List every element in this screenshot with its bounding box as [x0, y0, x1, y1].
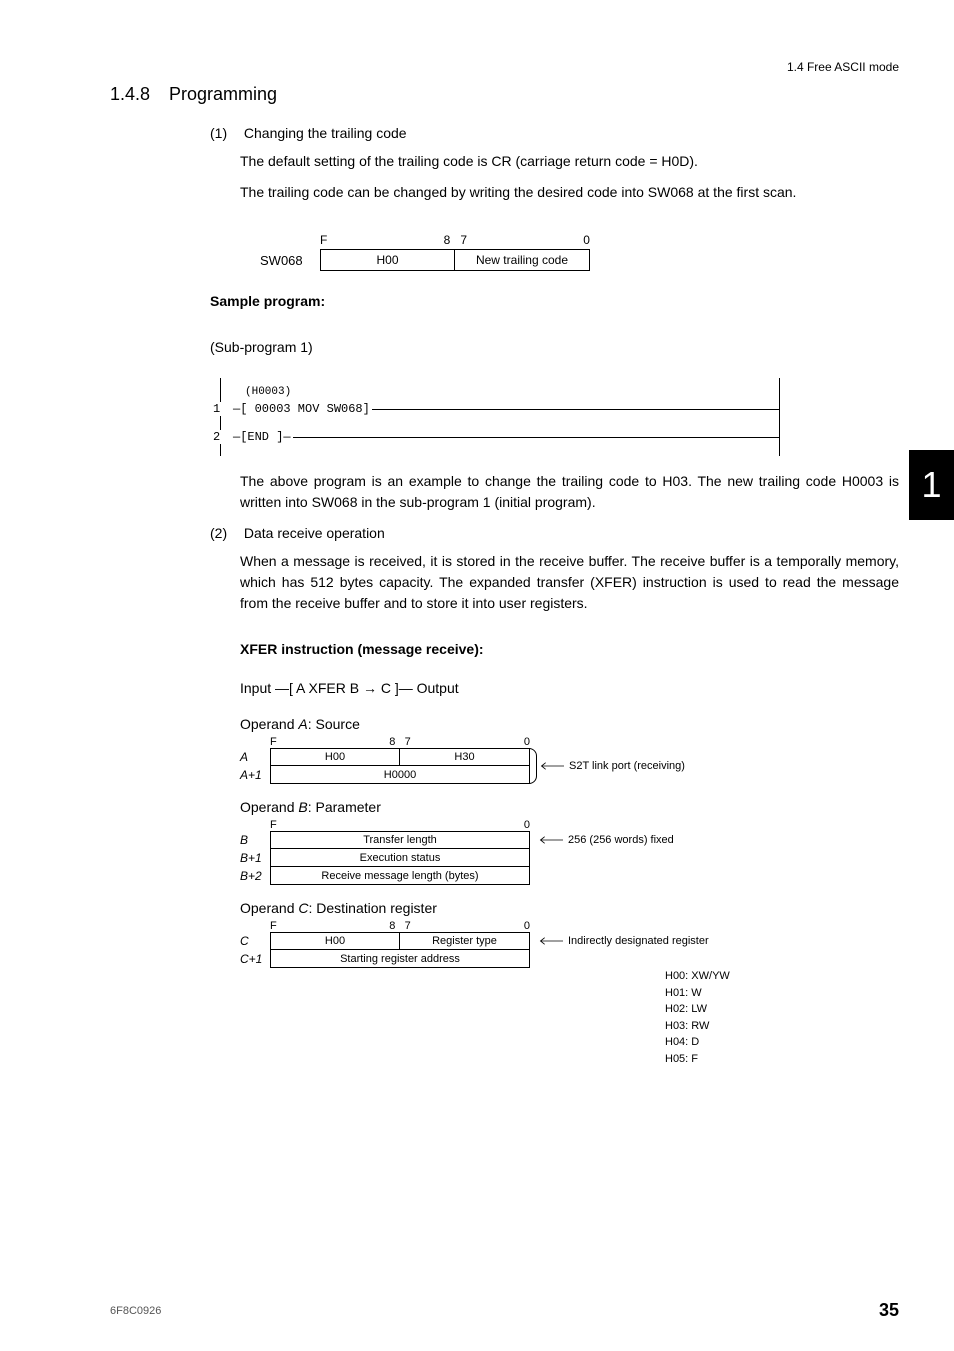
opA-rowA-c1: H00: [270, 748, 400, 766]
ladder-line1: —[ 00003 MOV SW068]: [233, 402, 370, 416]
opC-rowC1-c: Starting register address: [270, 950, 530, 968]
opC-rowC1-label: C+1: [240, 952, 270, 966]
footer-code: 6F8C0926: [110, 1305, 161, 1317]
opB-rowB1-c: Execution status: [270, 849, 530, 867]
section-heading: 1.4.8 Programming: [110, 84, 899, 105]
opC-type-2: H02: LW: [665, 1001, 899, 1018]
item1-title: Changing the trailing code: [244, 125, 407, 141]
opC-bit0: 0: [520, 920, 530, 932]
opA-rowA1-c: H0000: [270, 766, 530, 784]
sw068-diagram: F 8 7 0 SW068 H00 New trailing code: [260, 233, 899, 271]
opA-note: S2T link port (receiving): [569, 760, 685, 772]
bit-label-f: F: [320, 233, 327, 247]
bit-label-0: 0: [583, 233, 590, 247]
opA-letter: A: [298, 716, 307, 732]
sw068-cell2: New trailing code: [455, 249, 590, 271]
ladder-line2: —[END ]—: [233, 430, 291, 444]
arrow-left-icon: [538, 936, 563, 946]
footer: 6F8C0926 35: [110, 1300, 899, 1321]
sample-desc: The above program is an example to chang…: [240, 471, 899, 513]
item2-p1: When a message is received, it is stored…: [240, 551, 899, 614]
xfer-line: Input —[ A XFER B → C ]— Output: [240, 680, 899, 696]
ladder-comment: (H0003): [245, 386, 779, 398]
opA-bit0: 0: [520, 736, 530, 748]
section-name: Programming: [169, 84, 277, 105]
opC-types: H00: XW/YW H01: W H02: LW H03: RW H04: D…: [665, 968, 899, 1067]
item1-p2: The trailing code can be changed by writ…: [240, 182, 899, 203]
opC-type-1: H01: W: [665, 985, 899, 1002]
opC-letter: C: [298, 900, 308, 916]
ladder-line2-num: 2: [213, 430, 233, 444]
opB-bitF: F: [270, 819, 280, 831]
opC-title-pre: Operand: [240, 900, 298, 916]
item1-p1: The default setting of the trailing code…: [240, 151, 899, 172]
opB-rowB1-label: B+1: [240, 851, 270, 865]
opA-title-pre: Operand: [240, 716, 298, 732]
sw068-label: SW068: [260, 253, 320, 268]
arrow-left-icon: [539, 761, 564, 771]
arrow-left-icon: [538, 835, 563, 845]
sw068-cell1: H00: [320, 249, 455, 271]
operand-b-block: Operand B: Parameter F 0 B Transfer leng…: [240, 799, 899, 885]
opC-bit87: 8 7: [280, 920, 520, 932]
opA-rowA-label: A: [240, 750, 270, 764]
opC-type-0: H00: XW/YW: [665, 968, 899, 985]
opB-letter: B: [298, 799, 307, 815]
opB-title-pre: Operand: [240, 799, 298, 815]
bit-label-87: 8 7: [444, 233, 467, 247]
opC-rowC-label: C: [240, 934, 270, 948]
opC-note: Indirectly designated register: [568, 935, 709, 947]
section-number: 1.4.8: [110, 84, 150, 105]
opC-type-5: H05: F: [665, 1051, 899, 1068]
opB-rowB-c: Transfer length: [270, 831, 530, 849]
sample-sub: (Sub-program 1): [210, 337, 899, 358]
item2-number: (2): [210, 525, 240, 541]
opA-rowA1-label: A+1: [240, 768, 270, 782]
chapter-tab: 1: [909, 450, 954, 520]
item2-title: Data receive operation: [244, 525, 385, 541]
ladder-line1-num: 1: [213, 402, 233, 416]
opC-bitF: F: [270, 920, 280, 932]
xfer-title: XFER instruction (message receive):: [240, 639, 899, 660]
opA-title-post: : Source: [308, 716, 360, 732]
opC-type-3: H03: RW: [665, 1018, 899, 1035]
opC-rowC-c1: H00: [270, 932, 400, 950]
sample-title: Sample program:: [210, 291, 899, 312]
opB-note: 256 (256 words) fixed: [568, 834, 674, 846]
opB-rowB2-c: Receive message length (bytes): [270, 867, 530, 885]
opB-rowB-label: B: [240, 833, 270, 847]
opA-rowA-c2: H30: [400, 748, 530, 766]
opC-rowC-c2: Register type: [400, 932, 530, 950]
operand-a-block: Operand A: Source F 8 7 0 A H00 H30: [240, 716, 899, 784]
ladder-diagram: (H0003) 1 —[ 00003 MOV SW068] 2 —[END ]—: [220, 378, 780, 456]
opB-title-post: : Parameter: [308, 799, 381, 815]
opC-title-post: : Destination register: [309, 900, 437, 916]
footer-page: 35: [879, 1300, 899, 1321]
opB-rowB2-label: B+2: [240, 869, 270, 883]
item1-number: (1): [210, 125, 240, 141]
opA-bit87: 8 7: [280, 736, 520, 748]
opA-bitF: F: [270, 736, 280, 748]
opB-bit0: 0: [520, 819, 530, 831]
opC-type-4: H04: D: [665, 1034, 899, 1051]
breadcrumb: 1.4 Free ASCII mode: [110, 60, 899, 74]
operand-c-block: Operand C: Destination register F 8 7 0 …: [240, 900, 899, 1067]
